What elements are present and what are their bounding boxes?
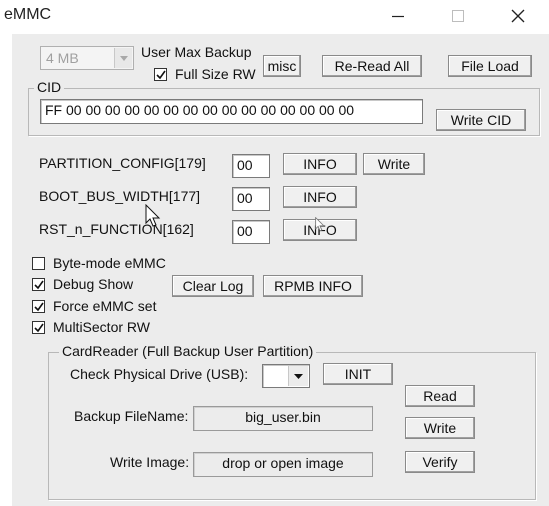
- reread-all-button[interactable]: Re-Read All: [322, 55, 422, 77]
- multisector-label: MultiSector RW: [53, 319, 150, 335]
- rpmb-info-button[interactable]: RPMB INFO: [263, 275, 363, 297]
- client-area: 4 MB User Max Backup Full Size RW misc R…: [12, 34, 549, 506]
- full-size-rw-checkbox[interactable]: [154, 68, 167, 81]
- title-bar: eMMC: [0, 0, 549, 32]
- backup-filename-field[interactable]: big_user.bin: [193, 406, 373, 431]
- force-emmc-checkbox[interactable]: [32, 300, 45, 313]
- check-drive-label: Check Physical Drive (USB):: [70, 366, 249, 382]
- backup-filename-label: Backup FileName:: [74, 408, 189, 424]
- partition-config-info-button[interactable]: INFO: [283, 153, 357, 175]
- drive-select[interactable]: [262, 364, 310, 388]
- init-button[interactable]: INIT: [323, 363, 393, 385]
- check-icon: [33, 280, 44, 289]
- boot-bus-width-label: BOOT_BUS_WIDTH[177]: [39, 188, 201, 204]
- read-button[interactable]: Read: [405, 385, 475, 407]
- cardreader-write-button[interactable]: Write: [405, 417, 475, 439]
- boot-bus-width-input[interactable]: 00: [232, 187, 270, 211]
- partition-config-input[interactable]: 00: [232, 154, 270, 178]
- check-icon: [33, 302, 44, 311]
- maximize-button[interactable]: [435, 0, 481, 32]
- boot-bus-width-info-button[interactable]: INFO: [283, 186, 357, 208]
- rst-n-function-label: RST_n_FUNCTION[162]: [39, 221, 194, 237]
- drive-select-arrow: [288, 366, 308, 386]
- check-icon: [155, 70, 166, 79]
- chevron-down-icon: [119, 55, 128, 61]
- write-cid-button[interactable]: Write CID: [436, 109, 526, 131]
- clear-log-button[interactable]: Clear Log: [172, 275, 254, 297]
- multisector-checkbox[interactable]: [32, 321, 45, 334]
- partition-config-write-button[interactable]: Write: [363, 153, 425, 175]
- combo-arrow: [114, 48, 132, 68]
- cid-group-title: CID: [34, 79, 65, 95]
- minimize-icon: [392, 15, 404, 18]
- partition-config-label: PARTITION_CONFIG[179]: [39, 155, 206, 171]
- check-icon: [33, 323, 44, 332]
- rst-n-function-input[interactable]: 00: [232, 220, 270, 244]
- debug-show-label: Debug Show: [53, 276, 134, 292]
- chevron-down-icon: [294, 373, 303, 379]
- cardreader-group-title: CardReader (Full Backup User Partition): [59, 343, 317, 359]
- maximize-icon: [452, 10, 464, 22]
- user-max-backup-label: User Max Backup: [141, 44, 252, 60]
- debug-show-checkbox[interactable]: [32, 278, 45, 291]
- write-image-label: Write Image:: [110, 454, 190, 470]
- window-title: eMMC: [4, 6, 52, 23]
- close-button[interactable]: [495, 0, 541, 32]
- close-icon: [511, 9, 525, 23]
- misc-button[interactable]: misc: [263, 55, 301, 77]
- mouse-cursor-icon: [145, 204, 161, 227]
- backup-size-select[interactable]: 4 MB: [40, 46, 134, 70]
- byte-mode-label: Byte-mode eMMC: [53, 255, 166, 271]
- write-image-field[interactable]: drop or open image: [193, 452, 373, 477]
- cid-input[interactable]: FF 00 00 00 00 00 00 00 00 00 00 00 00 0…: [40, 99, 423, 124]
- file-load-button[interactable]: File Load: [448, 55, 532, 77]
- mouse-cursor-shadow-icon: [315, 217, 325, 232]
- verify-button[interactable]: Verify: [405, 451, 475, 473]
- force-emmc-label: Force eMMC set: [53, 298, 157, 314]
- byte-mode-checkbox[interactable]: [32, 257, 45, 270]
- full-size-rw-label: Full Size RW: [175, 66, 256, 82]
- backup-size-value: 4 MB: [46, 50, 79, 66]
- minimize-button[interactable]: [375, 0, 421, 32]
